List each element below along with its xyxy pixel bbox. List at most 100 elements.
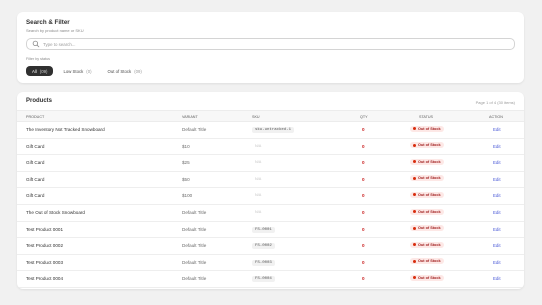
edit-button[interactable]: Edit bbox=[493, 160, 501, 165]
status-filter-pills: All (09) Low Stock (0) Out of Stock (09) bbox=[26, 66, 148, 76]
sku-value: N/A bbox=[255, 160, 262, 165]
quantity-value: 0 bbox=[362, 127, 365, 132]
status-label: Out of Stock bbox=[418, 242, 441, 247]
status-dot-icon bbox=[413, 226, 416, 230]
sku-value: N/A bbox=[255, 193, 262, 198]
pagination-info: Page 1 of 4 (30 items) bbox=[475, 100, 515, 105]
filter-pill-all[interactable]: All (09) bbox=[26, 66, 54, 76]
edit-button[interactable]: Edit bbox=[493, 276, 501, 281]
status-badge: Out of Stock bbox=[410, 191, 444, 198]
quantity-value: 0 bbox=[362, 193, 365, 199]
status-dot-icon bbox=[413, 160, 416, 164]
sku-value: sku-untracked-1 bbox=[252, 127, 295, 133]
pill-label: All bbox=[32, 68, 37, 74]
edit-button[interactable]: Edit bbox=[493, 260, 501, 265]
filter-card-subtitle: Search by product name or SKU bbox=[26, 28, 84, 33]
variant-name: Default Title bbox=[182, 226, 207, 232]
status-cell: Out of Stock bbox=[410, 191, 444, 198]
status-badge: Out of Stock bbox=[410, 225, 444, 232]
status-cell: Out of Stock bbox=[410, 158, 444, 165]
column-header-variant: VARIANT bbox=[182, 114, 198, 119]
products-card: Products Page 1 of 4 (30 items) PRODUCT … bbox=[17, 92, 524, 289]
quantity-value: 0 bbox=[362, 160, 365, 166]
status-label: Out of Stock bbox=[418, 209, 441, 214]
sku-value: FS-0002 bbox=[252, 243, 275, 250]
sku-value: N/A bbox=[255, 176, 262, 181]
table-row: Test Product 0001 Default Title FS-0001 0 Ou… bbox=[17, 222, 524, 239]
quantity-value: 0 bbox=[362, 243, 365, 249]
edit-button[interactable]: Edit bbox=[493, 227, 501, 232]
status-dot-icon bbox=[413, 210, 416, 213]
table-row: Gift Card $100 N/A 0 Out of Stock Edit bbox=[17, 188, 524, 205]
table-row: The Out of Stock Snowboard Default Title N… bbox=[17, 205, 524, 222]
edit-button[interactable]: Edit bbox=[493, 243, 501, 248]
search-box[interactable] bbox=[26, 38, 515, 50]
status-badge: Out of Stock bbox=[410, 274, 444, 281]
product-name: Test Product 0001 bbox=[26, 226, 64, 232]
status-dot-icon bbox=[413, 143, 416, 147]
filter-pill-out-of-stock[interactable]: Out of Stock (09) bbox=[102, 66, 148, 76]
status-badge: Out of Stock bbox=[410, 158, 444, 165]
pill-label: Low Stock bbox=[63, 68, 84, 74]
filter-pill-low-stock[interactable]: Low Stock (0) bbox=[57, 66, 97, 76]
status-cell: Out of Stock bbox=[410, 241, 444, 248]
pill-count: (09) bbox=[134, 68, 142, 74]
quantity-value: 0 bbox=[362, 210, 365, 215]
status-cell: Out of Stock bbox=[410, 258, 444, 265]
status-label: Out of Stock bbox=[418, 159, 441, 164]
status-badge: Out of Stock bbox=[410, 208, 444, 215]
variant-name: $25 bbox=[182, 160, 190, 166]
sku-cell: FS-0001 bbox=[252, 226, 275, 233]
column-header-sku: SKU bbox=[252, 114, 260, 119]
status-label: Out of Stock bbox=[418, 192, 441, 197]
variant-name: $100 bbox=[182, 193, 193, 199]
variant-name: Default Title bbox=[182, 127, 207, 132]
status-dot-icon bbox=[413, 276, 416, 280]
status-cell: Out of Stock bbox=[410, 142, 444, 149]
status-label: Out of Stock bbox=[418, 176, 441, 181]
filter-label: Filter by status bbox=[26, 57, 50, 61]
column-header-product: PRODUCT bbox=[26, 114, 45, 119]
sku-value: N/A bbox=[255, 210, 262, 214]
quantity-value: 0 bbox=[362, 143, 365, 149]
table-row: Test Product 0002 Default Title FS-0002 0 Ou… bbox=[17, 238, 524, 255]
status-dot-icon bbox=[413, 176, 416, 180]
status-cell: Out of Stock bbox=[410, 225, 444, 232]
column-header-status: STATUS bbox=[419, 114, 433, 119]
sku-cell: N/A bbox=[252, 192, 261, 197]
search-input[interactable] bbox=[43, 39, 503, 49]
edit-button[interactable]: Edit bbox=[493, 144, 501, 149]
status-dot-icon bbox=[413, 127, 416, 130]
variant-name: Default Title bbox=[182, 259, 207, 265]
filter-card-title: Search & Filter bbox=[26, 19, 70, 26]
edit-button[interactable]: Edit bbox=[493, 127, 501, 132]
sku-cell: sku-untracked-1 bbox=[252, 126, 295, 133]
status-label: Out of Stock bbox=[418, 126, 441, 131]
status-badge: Out of Stock bbox=[410, 241, 444, 248]
product-name: Gift Card bbox=[26, 143, 45, 149]
table-row: Test Product 0003 Default Title FS-0003 0 Ou… bbox=[17, 255, 524, 272]
variant-name: Default Title bbox=[182, 243, 207, 249]
table-row: Gift Card $10 N/A 0 Out of Stock Edit bbox=[17, 139, 524, 156]
product-name: The Inventory Not Tracked Snowboard bbox=[26, 127, 105, 132]
status-dot-icon bbox=[413, 243, 416, 247]
product-name: Gift Card bbox=[26, 193, 45, 199]
status-badge: Out of Stock bbox=[410, 175, 444, 182]
variant-name: Default Title bbox=[182, 210, 207, 215]
sku-cell: N/A bbox=[252, 209, 261, 214]
sku-cell: N/A bbox=[252, 143, 261, 148]
products-title: Products bbox=[26, 98, 53, 104]
quantity-value: 0 bbox=[362, 226, 365, 232]
variant-name: $10 bbox=[182, 143, 190, 149]
status-badge: Out of Stock bbox=[410, 125, 444, 132]
variant-name: $50 bbox=[182, 176, 190, 182]
status-cell: Out of Stock bbox=[410, 125, 444, 132]
edit-button[interactable]: Edit bbox=[493, 193, 501, 198]
edit-button[interactable]: Edit bbox=[493, 210, 501, 215]
status-dot-icon bbox=[413, 259, 416, 263]
status-cell: Out of Stock bbox=[410, 208, 444, 215]
product-name: Test Product 0003 bbox=[26, 259, 64, 265]
column-header-action: ACTION bbox=[489, 114, 503, 119]
product-name: Test Product 0004 bbox=[26, 276, 64, 282]
edit-button[interactable]: Edit bbox=[493, 177, 501, 182]
